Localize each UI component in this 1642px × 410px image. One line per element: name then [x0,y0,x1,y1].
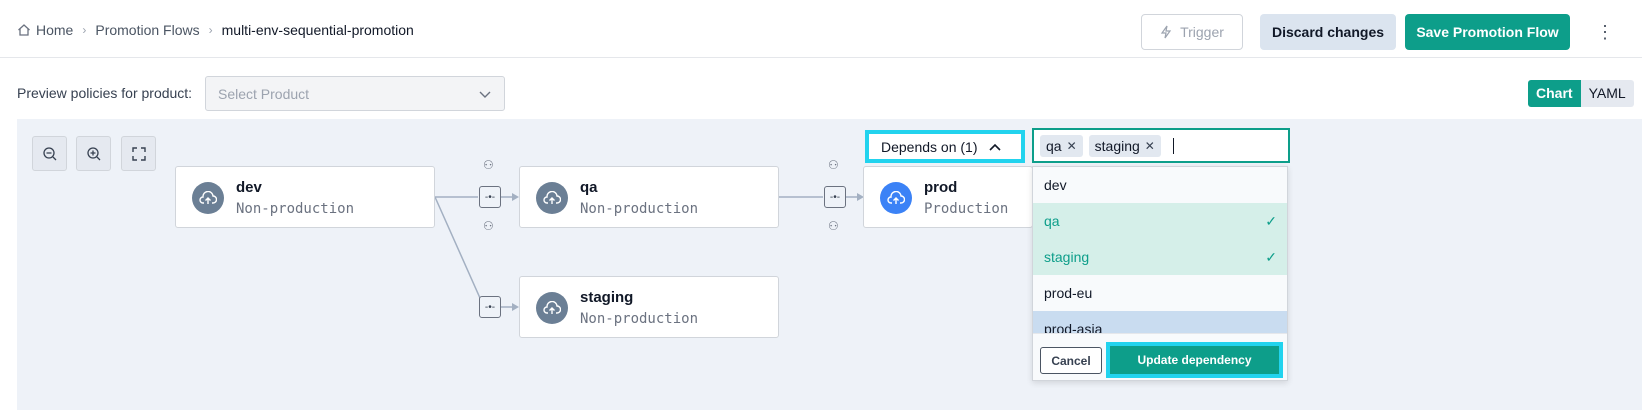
text-cursor [1172,137,1174,154]
dependency-dropdown: dev qa ✓ staging ✓ prod-eu prod-asia Cance… [1032,166,1288,381]
cloud-upload-icon [192,182,224,214]
dependency-chip: staging ✕ [1088,134,1161,157]
close-icon[interactable]: ✕ [1145,139,1155,153]
dependency-chip: qa ✕ [1040,134,1083,157]
chip-label: staging [1094,137,1140,154]
policy-icon[interactable]: ⚇ [828,219,839,233]
env-node-qa[interactable]: qa Non-production [519,166,779,228]
env-type: Non-production [236,201,355,217]
policy-icon[interactable]: ⚇ [828,158,839,172]
cancel-label: Cancel [1051,353,1091,368]
dev-staging-connector[interactable]: -•- [479,296,501,318]
dropdown-option[interactable]: prod-eu [1033,275,1287,311]
chevron-up-icon [988,143,1001,151]
env-node-prod[interactable]: prod Production [863,166,1033,228]
update-dependency-button[interactable]: Update dependency [1106,342,1283,378]
dev-qa-connector[interactable]: -•- [479,186,501,208]
dropdown-footer: Cancel Update dependency [1033,333,1287,380]
env-name: prod [924,179,958,196]
check-icon: ✓ [1265,213,1277,229]
depends-on-toggle[interactable]: Depends on (1) [865,130,1025,163]
dropdown-option[interactable]: qa ✓ [1033,203,1287,239]
connector-icon: -•- [484,301,496,313]
check-icon: ✓ [1265,249,1277,265]
depends-on-label: Depends on (1) [881,138,978,155]
env-name: qa [580,179,598,196]
env-name: dev [236,179,262,196]
env-type: Non-production [580,311,699,327]
env-node-dev[interactable]: dev Non-production [175,166,435,228]
dependency-combobox[interactable]: qa ✕ staging ✕ [1032,128,1290,163]
qa-prod-connector[interactable]: -•- [824,186,846,208]
env-type: Non-production [580,201,699,217]
env-type: Production [924,201,1009,217]
option-label: prod-eu [1044,285,1093,301]
dropdown-option[interactable]: dev [1033,167,1287,203]
option-label: qa [1044,213,1060,229]
cloud-upload-icon [880,182,912,214]
close-icon[interactable]: ✕ [1067,139,1077,153]
connector-icon: -•- [829,191,841,203]
policy-icon[interactable]: ⚇ [483,158,494,172]
cloud-upload-icon [536,292,568,324]
policy-icon[interactable]: ⚇ [483,219,494,233]
cloud-upload-icon [536,182,568,214]
option-label: staging [1044,249,1090,265]
update-label: Update dependency [1137,353,1252,367]
dropdown-option[interactable]: staging ✓ [1033,239,1287,275]
env-name: staging [580,289,634,306]
env-node-staging[interactable]: staging Non-production [519,276,779,338]
connector-icon: -•- [484,191,496,203]
chip-label: qa [1046,137,1062,154]
cancel-button[interactable]: Cancel [1040,347,1102,374]
option-label: dev [1044,177,1067,193]
